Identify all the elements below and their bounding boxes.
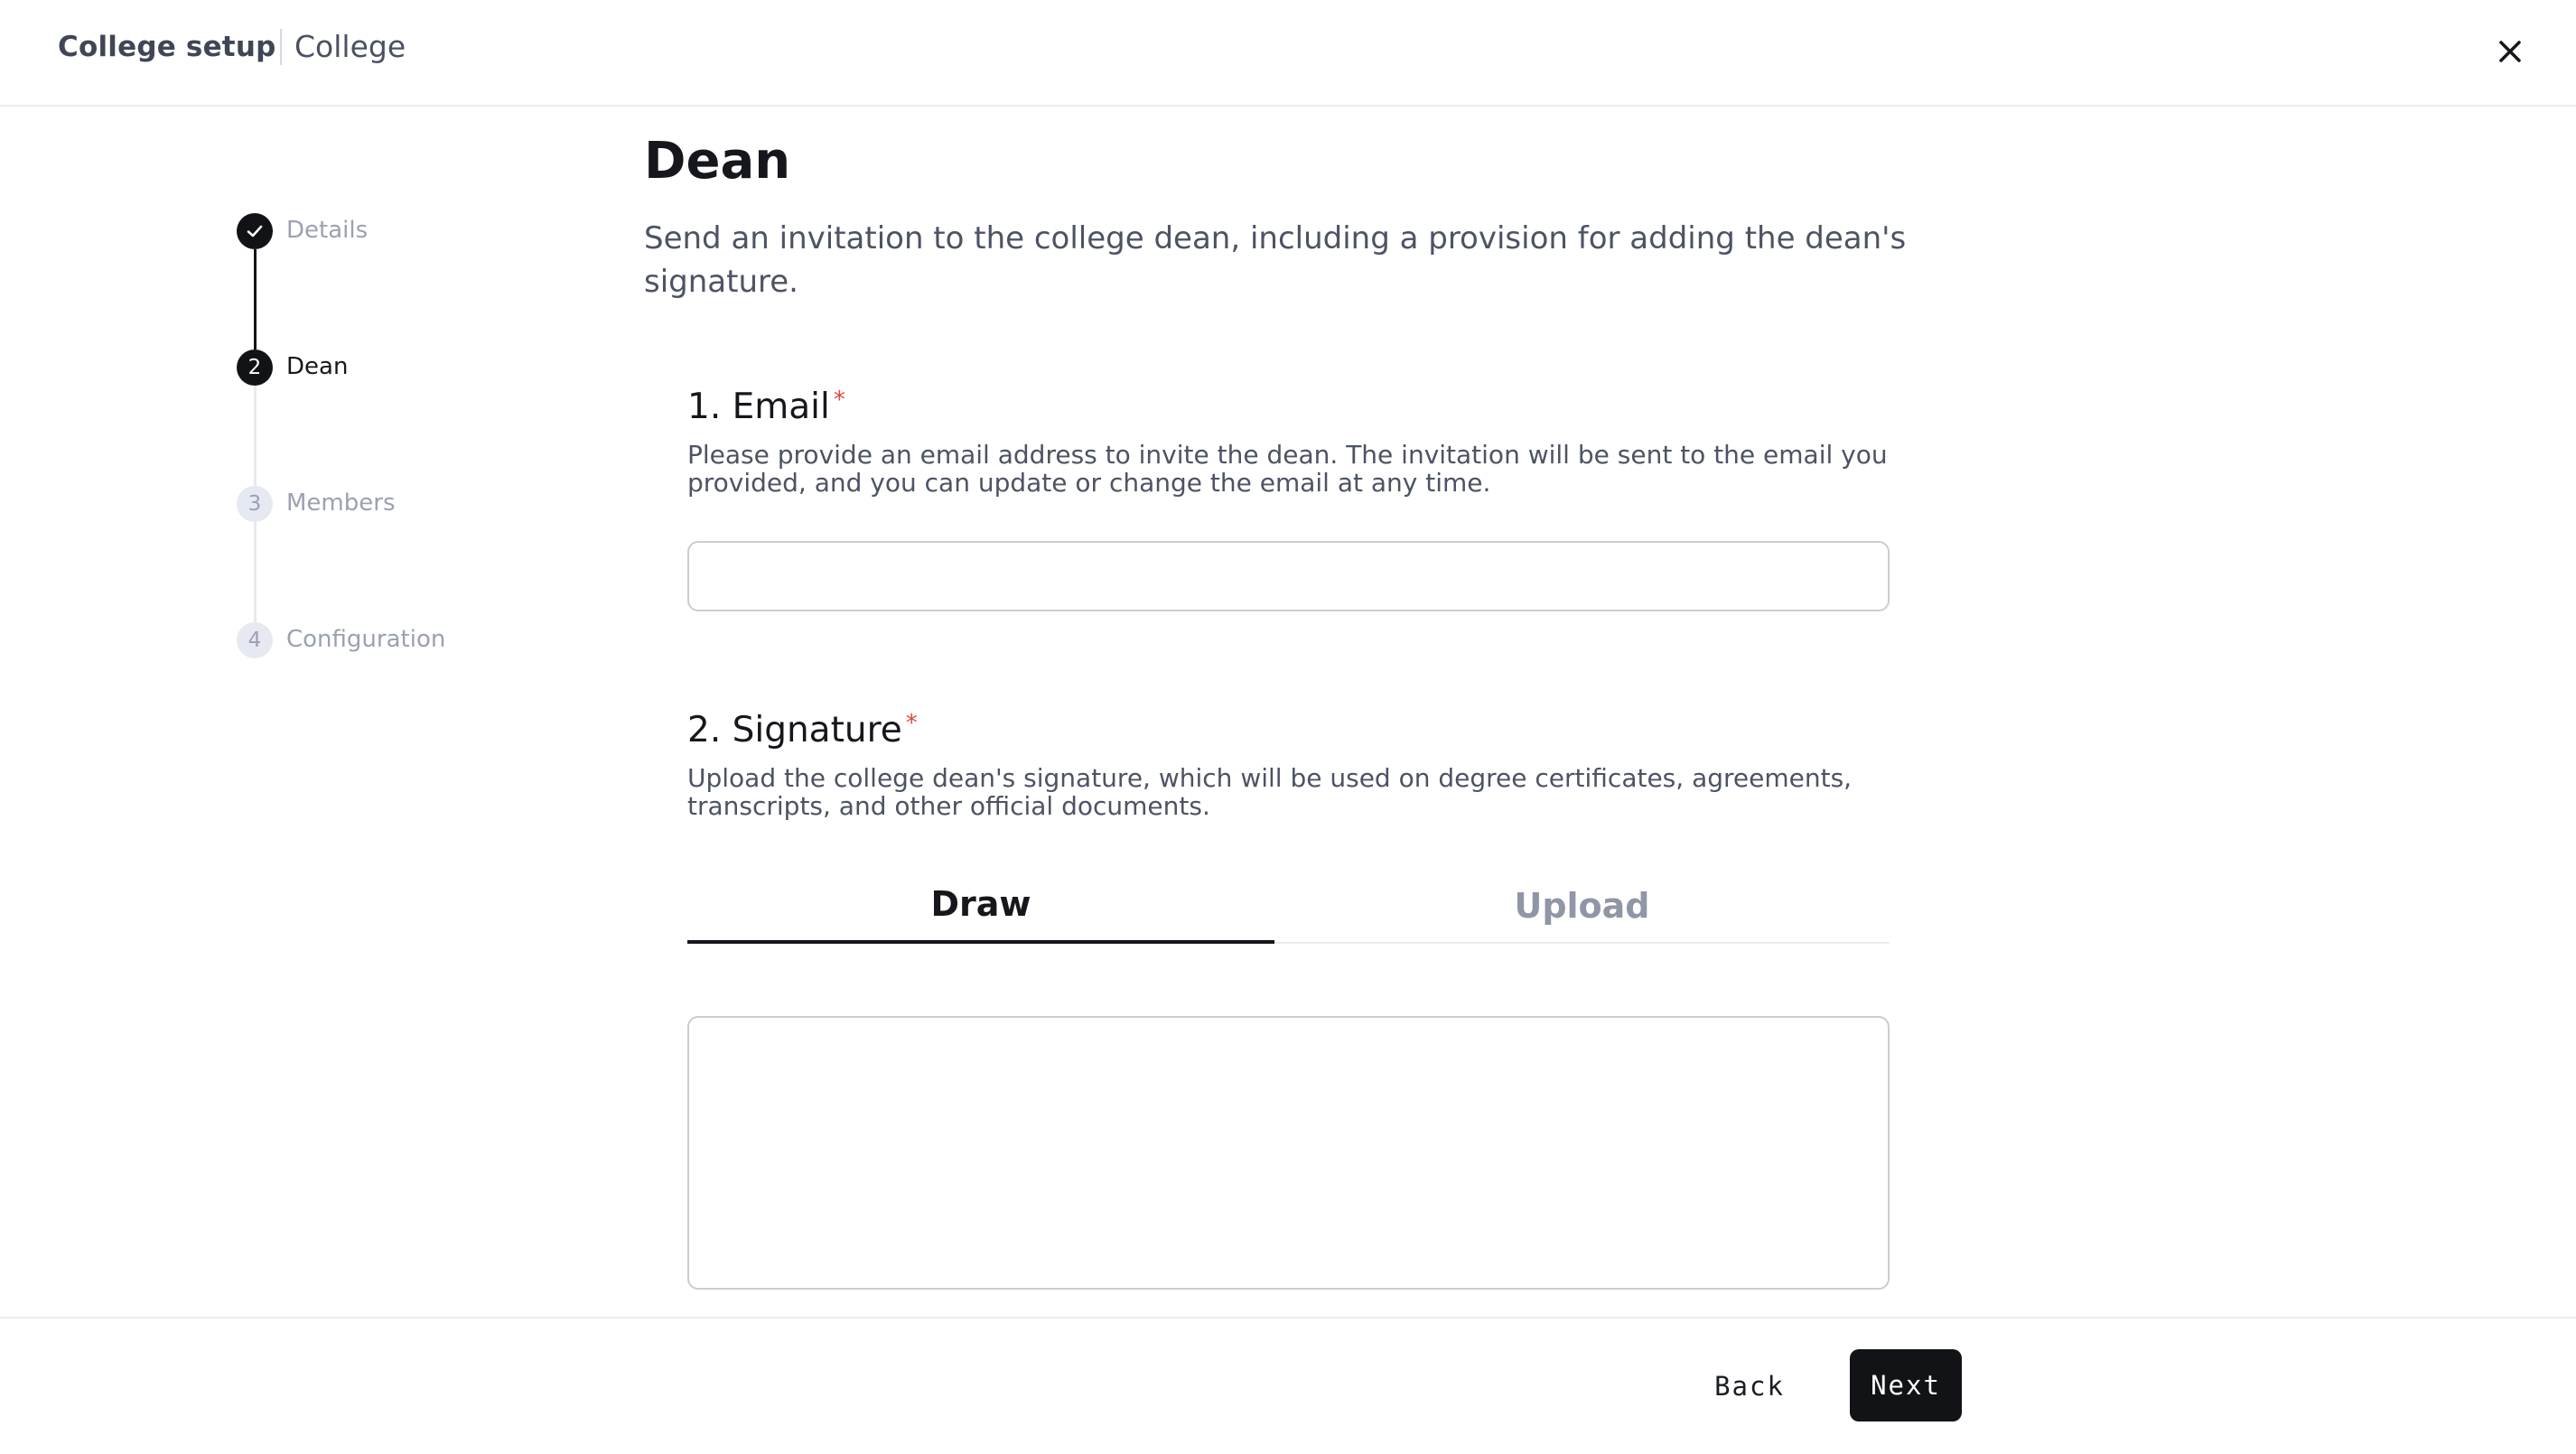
step-label: Members	[286, 489, 396, 517]
footer-bar: Back Next	[0, 1317, 2576, 1454]
top-bar: College setup College	[0, 0, 2576, 107]
page-description: Send an invitation to the college dean, …	[644, 220, 1907, 300]
tab-draw[interactable]: Draw	[687, 867, 1274, 944]
signature-section-description: Upload the college dean's signature, whi…	[687, 763, 1853, 821]
email-section-description: Please provide an email address to invit…	[687, 440, 1888, 498]
step-label: Details	[286, 217, 369, 244]
tab-upload[interactable]: Upload	[1274, 867, 1890, 944]
signature-section-title: 2. Signature *	[687, 710, 918, 750]
stepper-connector	[254, 386, 257, 486]
step-label: Dean	[286, 353, 349, 380]
signature-section-label: 2. Signature	[687, 710, 902, 750]
breadcrumb-subtitle: College	[294, 29, 406, 64]
close-icon	[2499, 41, 2521, 62]
step-number: 4	[237, 622, 273, 658]
setup-stepper: Details 2 Dean 3 Members 4 Configuration	[235, 213, 596, 665]
next-button[interactable]: Next	[1850, 1349, 1962, 1421]
step-label: Configuration	[286, 626, 446, 653]
step-number: 3	[237, 486, 273, 522]
signature-tabs: Draw Upload	[687, 867, 1890, 944]
breadcrumb-divider	[280, 29, 282, 65]
required-marker: *	[905, 710, 918, 737]
email-section-title: 1. Email *	[687, 387, 845, 427]
step-complete-indicator	[237, 213, 273, 249]
signature-draw-canvas[interactable]	[687, 1016, 1890, 1290]
stepper-connector	[254, 249, 257, 350]
back-button[interactable]: Back	[1698, 1351, 1801, 1421]
email-field[interactable]	[687, 541, 1890, 611]
step-number: 2	[237, 350, 273, 386]
close-button[interactable]	[2486, 27, 2534, 76]
stepper-connector	[254, 522, 257, 622]
page-title: Dean	[644, 132, 791, 191]
required-marker: *	[833, 387, 845, 414]
check-icon	[247, 225, 263, 238]
email-section-label: 1. Email	[687, 387, 830, 427]
breadcrumb-title: College setup	[58, 31, 276, 63]
